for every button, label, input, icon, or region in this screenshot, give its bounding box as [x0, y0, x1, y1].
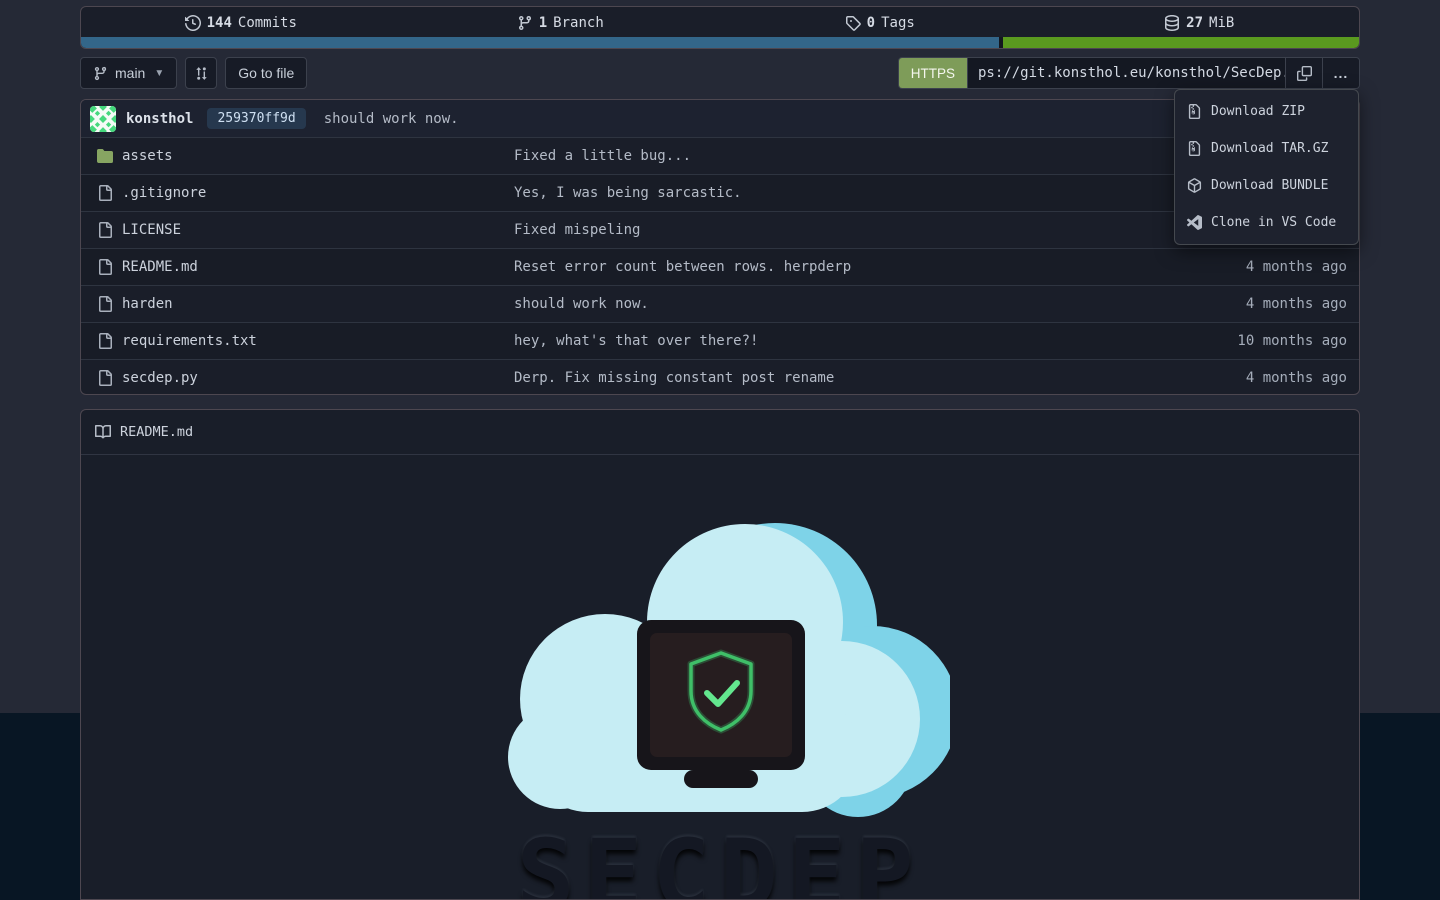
language-segment-python[interactable] — [81, 37, 999, 48]
commit-hash-badge[interactable]: 259370ff9d — [207, 108, 305, 129]
repo-stats-bar: 144 Commits 1 Branch 0 Tags 27 MiB — [80, 6, 1360, 49]
database-icon — [1164, 15, 1180, 31]
stat-commits[interactable]: 144 Commits — [81, 15, 401, 31]
latest-commit-row: konsthol 259370ff9d should work now. — [81, 100, 1359, 137]
menu-item-download-bundle[interactable]: Download BUNDLE — [1175, 167, 1358, 204]
file-icon — [97, 296, 113, 312]
branches-count: 1 — [539, 15, 547, 31]
file-commit-message[interactable]: Derp. Fix missing constant post rename — [514, 370, 1246, 386]
file-name: harden — [122, 296, 173, 312]
table-row: assets Fixed a little bug... — [81, 137, 1359, 174]
stat-tags[interactable]: 0 Tags — [720, 15, 1040, 31]
commit-message[interactable]: should work now. — [324, 111, 459, 127]
file-link[interactable]: README.md — [81, 259, 514, 275]
tag-icon — [845, 15, 861, 31]
stat-branches[interactable]: 1 Branch — [401, 15, 721, 31]
file-name: README.md — [122, 259, 198, 275]
file-link[interactable]: assets — [81, 148, 514, 164]
https-label: HTTPS — [911, 66, 955, 81]
package-icon — [1187, 178, 1202, 193]
files-table: konsthol 259370ff9d should work now. ass… — [80, 99, 1360, 395]
copy-icon — [1297, 66, 1312, 81]
menu-item-clone-vscode[interactable]: Clone in VS Code — [1175, 204, 1358, 241]
menu-item-label: Download BUNDLE — [1211, 178, 1328, 193]
readme-content: SECDEP — [81, 455, 1359, 900]
branch-selector[interactable]: main ▼ — [80, 57, 177, 89]
clone-url-input[interactable]: ps://git.konsthol.eu/konsthol/SecDep.git — [967, 58, 1285, 88]
go-to-file-label: Go to file — [238, 65, 294, 81]
file-icon — [97, 370, 113, 386]
menu-item-label: Clone in VS Code — [1211, 215, 1336, 230]
file-name: LICENSE — [122, 222, 181, 238]
table-row: harden should work now. 4 months ago — [81, 285, 1359, 322]
book-icon — [95, 424, 111, 440]
folder-icon — [97, 148, 113, 164]
file-icon — [97, 333, 113, 349]
file-name: requirements.txt — [122, 333, 257, 349]
commit-author[interactable]: konsthol — [126, 111, 193, 127]
file-name: assets — [122, 148, 173, 164]
history-icon — [185, 15, 201, 31]
menu-item-download-zip[interactable]: Download ZIP — [1175, 93, 1358, 130]
git-branch-icon — [517, 15, 533, 31]
tags-count: 0 — [867, 15, 875, 31]
branches-label: Branch — [553, 15, 604, 31]
clone-panel: HTTPS ps://git.konsthol.eu/konsthol/SecD… — [898, 57, 1360, 89]
commits-label: Commits — [238, 15, 297, 31]
size-label: MiB — [1209, 15, 1234, 31]
file-commit-message[interactable]: should work now. — [514, 296, 1246, 312]
file-icon — [97, 185, 113, 201]
compare-button[interactable] — [185, 57, 217, 89]
file-age: 10 months ago — [1237, 333, 1347, 349]
tags-label: Tags — [881, 15, 915, 31]
go-to-file-button[interactable]: Go to file — [225, 57, 307, 89]
menu-item-label: Download ZIP — [1211, 104, 1305, 119]
download-dropdown-menu: Download ZIP Download TAR.GZ Download BU… — [1174, 89, 1359, 245]
table-row: README.md Reset error count between rows… — [81, 248, 1359, 285]
file-icon — [97, 222, 113, 238]
readme-header: README.md — [81, 410, 1359, 455]
repo-toolbar: main ▼ Go to file HTTPS ps://git.konstho… — [80, 57, 1360, 89]
language-stats-bar[interactable] — [81, 37, 1359, 48]
vscode-icon — [1187, 215, 1202, 230]
git-compare-icon — [194, 66, 209, 81]
file-link[interactable]: LICENSE — [81, 222, 514, 238]
secdep-cloud-logo — [490, 507, 950, 817]
https-protocol-button[interactable]: HTTPS — [899, 58, 967, 88]
git-branch-icon — [93, 66, 108, 81]
file-age: 4 months ago — [1246, 296, 1347, 312]
file-icon — [97, 259, 113, 275]
file-name: .gitignore — [122, 185, 206, 201]
table-row: requirements.txt hey, what's that over t… — [81, 322, 1359, 359]
readme-panel: README.md — [80, 409, 1360, 900]
table-row: secdep.py Derp. Fix missing constant pos… — [81, 359, 1359, 395]
menu-item-download-targz[interactable]: Download TAR.GZ — [1175, 130, 1358, 167]
commits-count: 144 — [207, 15, 232, 31]
language-segment-shell[interactable] — [1003, 37, 1359, 48]
menu-item-label: Download TAR.GZ — [1211, 141, 1328, 156]
zip-file-icon — [1187, 141, 1202, 156]
file-commit-message[interactable]: Reset error count between rows. herpderp — [514, 259, 1246, 275]
size-count: 27 — [1186, 15, 1203, 31]
file-age: 4 months ago — [1246, 370, 1347, 386]
file-link[interactable]: secdep.py — [81, 370, 514, 386]
more-actions-button[interactable]: ... — [1322, 58, 1359, 88]
file-link[interactable]: .gitignore — [81, 185, 514, 201]
table-row: .gitignore Yes, I was being sarcastic. — [81, 174, 1359, 211]
secdep-wordmark: SECDEP — [517, 819, 924, 900]
table-row: LICENSE Fixed mispeling — [81, 211, 1359, 248]
zip-file-icon — [1187, 104, 1202, 119]
file-age: 4 months ago — [1246, 259, 1347, 275]
file-link[interactable]: harden — [81, 296, 514, 312]
readme-title[interactable]: README.md — [120, 424, 193, 440]
file-name: secdep.py — [122, 370, 198, 386]
stat-size[interactable]: 27 MiB — [1040, 15, 1360, 31]
branch-name: main — [115, 65, 145, 81]
ellipsis-icon: ... — [1334, 65, 1349, 81]
avatar[interactable] — [90, 106, 116, 132]
file-commit-message[interactable]: hey, what's that over there?! — [514, 333, 1237, 349]
file-link[interactable]: requirements.txt — [81, 333, 514, 349]
copy-url-button[interactable] — [1285, 58, 1322, 88]
chevron-down-icon: ▼ — [154, 68, 164, 79]
